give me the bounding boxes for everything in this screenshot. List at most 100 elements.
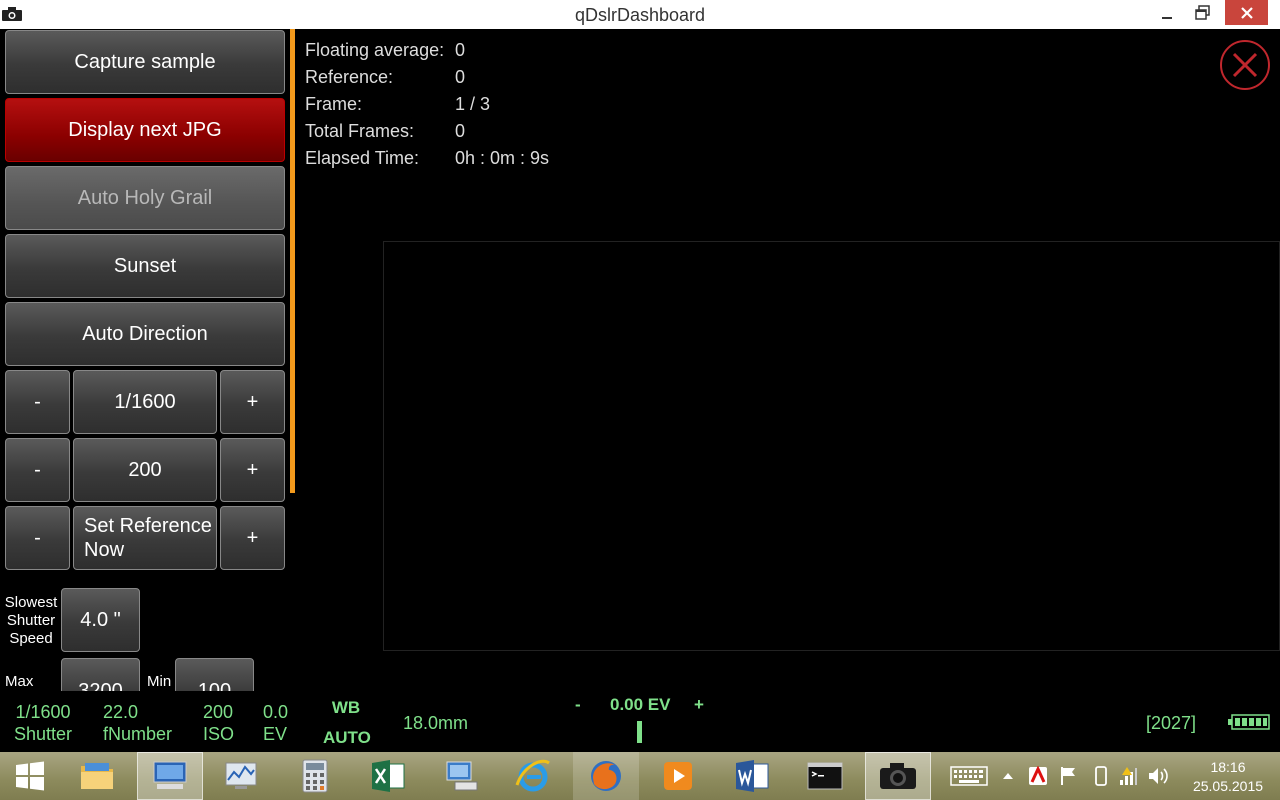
fnumber-value: 22.0 xyxy=(103,702,139,722)
windows-taskbar: 18:16 25.05.2015 xyxy=(0,752,1280,800)
wb-label: WB xyxy=(331,698,361,717)
performance-monitor-icon xyxy=(225,762,257,789)
sunset-button[interactable]: Sunset xyxy=(5,234,285,298)
wb-value: AUTO xyxy=(323,728,371,747)
taskbar-calculator[interactable] xyxy=(282,752,348,800)
tray-device[interactable] xyxy=(1090,752,1112,800)
minimize-icon xyxy=(1162,16,1172,19)
start-button[interactable] xyxy=(0,752,60,800)
reference-decrease-button[interactable]: - xyxy=(5,506,70,570)
control-panel: Capture sample Display next JPG Auto Hol… xyxy=(0,29,290,691)
close-icon xyxy=(1240,6,1253,19)
taskbar-excel[interactable] xyxy=(355,752,421,800)
iso-value: 200 xyxy=(203,702,234,722)
tray-volume[interactable] xyxy=(1146,752,1170,800)
tray-action-center[interactable] xyxy=(1056,752,1080,800)
taskbar-word[interactable] xyxy=(719,752,785,800)
keyboard-icon xyxy=(950,766,988,786)
excel-icon xyxy=(372,760,405,792)
taskbar-internet-explorer[interactable] xyxy=(500,752,566,800)
phone-icon xyxy=(1095,766,1107,786)
image-preview-area xyxy=(383,241,1280,651)
shutter-decrease-button[interactable]: - xyxy=(5,370,70,434)
ev-label: EV xyxy=(263,724,288,744)
info-value: 0 xyxy=(455,40,466,60)
status-iso[interactable]: 200 ISO xyxy=(203,701,234,745)
iso-label: ISO xyxy=(203,724,235,744)
stats-info: Floating average: 0 Reference: 0 Frame: … xyxy=(305,40,549,175)
ev-minus: - xyxy=(575,695,581,714)
iso-value-button[interactable]: 200 xyxy=(73,438,217,502)
taskbar-qdslrdashboard[interactable] xyxy=(865,752,931,800)
info-key: Floating average: xyxy=(305,40,445,60)
slowest-shutter-label: Slowest Shutter Speed xyxy=(4,594,58,647)
info-key: Frame: xyxy=(305,94,363,114)
status-shutter[interactable]: 1/1600 Shutter xyxy=(14,701,72,745)
status-wb[interactable]: WB AUTO xyxy=(323,697,371,749)
ev-value: 0.0 xyxy=(263,702,289,722)
camera-icon xyxy=(880,763,916,789)
display-next-jpg-button[interactable]: Display next JPG xyxy=(5,98,285,162)
shutter-value-button[interactable]: 1/1600 xyxy=(73,370,217,434)
status-fnumber[interactable]: 22.0 fNumber xyxy=(103,701,172,745)
close-dialog-button[interactable] xyxy=(1220,40,1270,90)
internet-explorer-icon xyxy=(515,759,550,792)
max-iso-button[interactable]: 3200 xyxy=(61,658,140,691)
taskbar-command-prompt[interactable] xyxy=(792,752,858,800)
shutter-value: 1/1600 xyxy=(15,702,71,722)
auto-holy-grail-button[interactable]: Auto Holy Grail xyxy=(5,166,285,230)
minimize-button[interactable] xyxy=(1152,0,1182,25)
chevron-up-icon xyxy=(1003,773,1013,779)
flag-icon xyxy=(1061,767,1075,785)
info-value: 0h : 0m : 9s xyxy=(455,148,550,168)
antivirus-icon xyxy=(1029,766,1047,785)
window-close-button[interactable] xyxy=(1225,0,1268,25)
auto-direction-button[interactable]: Auto Direction xyxy=(5,302,285,366)
speaker-icon xyxy=(1149,768,1168,784)
min-iso-button[interactable]: 100 xyxy=(175,658,254,691)
tray-network[interactable] xyxy=(1116,752,1140,800)
shutter-increase-button[interactable]: + xyxy=(220,370,285,434)
network-signal-icon xyxy=(1120,767,1137,785)
taskbar-file-explorer[interactable] xyxy=(64,752,130,800)
min-iso-label: Min xyxy=(147,673,172,690)
touch-keyboard-button[interactable] xyxy=(946,752,992,800)
info-key: Elapsed Time: xyxy=(305,148,420,168)
network-monitor-icon xyxy=(446,761,478,791)
info-key: Total Frames: xyxy=(305,121,415,141)
taskbar-clock[interactable]: 18:16 25.05.2015 xyxy=(1180,758,1276,796)
panel-splitter[interactable] xyxy=(290,29,295,493)
info-value: 1 / 3 xyxy=(455,94,491,114)
iso-decrease-button[interactable]: - xyxy=(5,438,70,502)
iso-increase-button[interactable]: + xyxy=(220,438,285,502)
title-bar: qDslrDashboard xyxy=(0,0,1280,29)
window-title: qDslrDashboard xyxy=(574,5,706,25)
info-key: Reference: xyxy=(305,67,394,87)
taskbar-remote-desktop[interactable] xyxy=(137,752,203,800)
info-row: Floating average: 0 xyxy=(305,40,549,67)
clock-date: 25.05.2015 xyxy=(1192,778,1264,794)
ev-indicator xyxy=(637,721,642,743)
set-reference-now-button[interactable]: Set Reference Now xyxy=(73,506,217,570)
status-ev[interactable]: 0.0 EV xyxy=(263,701,288,745)
show-hidden-icons-button[interactable] xyxy=(998,752,1018,800)
remote-desktop-icon xyxy=(153,761,187,789)
media-player-icon xyxy=(664,762,692,790)
slowest-shutter-button[interactable]: 4.0 " xyxy=(61,588,140,652)
reference-increase-button[interactable]: + xyxy=(220,506,285,570)
taskbar-media-player[interactable] xyxy=(645,752,711,800)
fnumber-label: fNumber xyxy=(103,724,173,744)
capture-sample-button[interactable]: Capture sample xyxy=(5,30,285,94)
focal-length: 18.0mm xyxy=(403,713,469,733)
restore-button[interactable] xyxy=(1188,0,1218,25)
shots-remaining: [2027] xyxy=(1146,713,1197,733)
ev-plus: + xyxy=(694,695,704,714)
taskbar-firefox[interactable] xyxy=(573,752,639,800)
info-value: 0 xyxy=(455,121,466,141)
taskbar-network-app[interactable] xyxy=(428,752,494,800)
max-iso-label: Max xyxy=(5,673,34,690)
taskbar-performance-monitor[interactable] xyxy=(208,752,274,800)
tray-antivirus[interactable] xyxy=(1026,752,1050,800)
camera-status-bar: 1/1600 Shutter 22.0 fNumber 200 ISO 0.0 … xyxy=(0,691,1280,752)
info-row: Elapsed Time: 0h : 0m : 9s xyxy=(305,148,549,175)
